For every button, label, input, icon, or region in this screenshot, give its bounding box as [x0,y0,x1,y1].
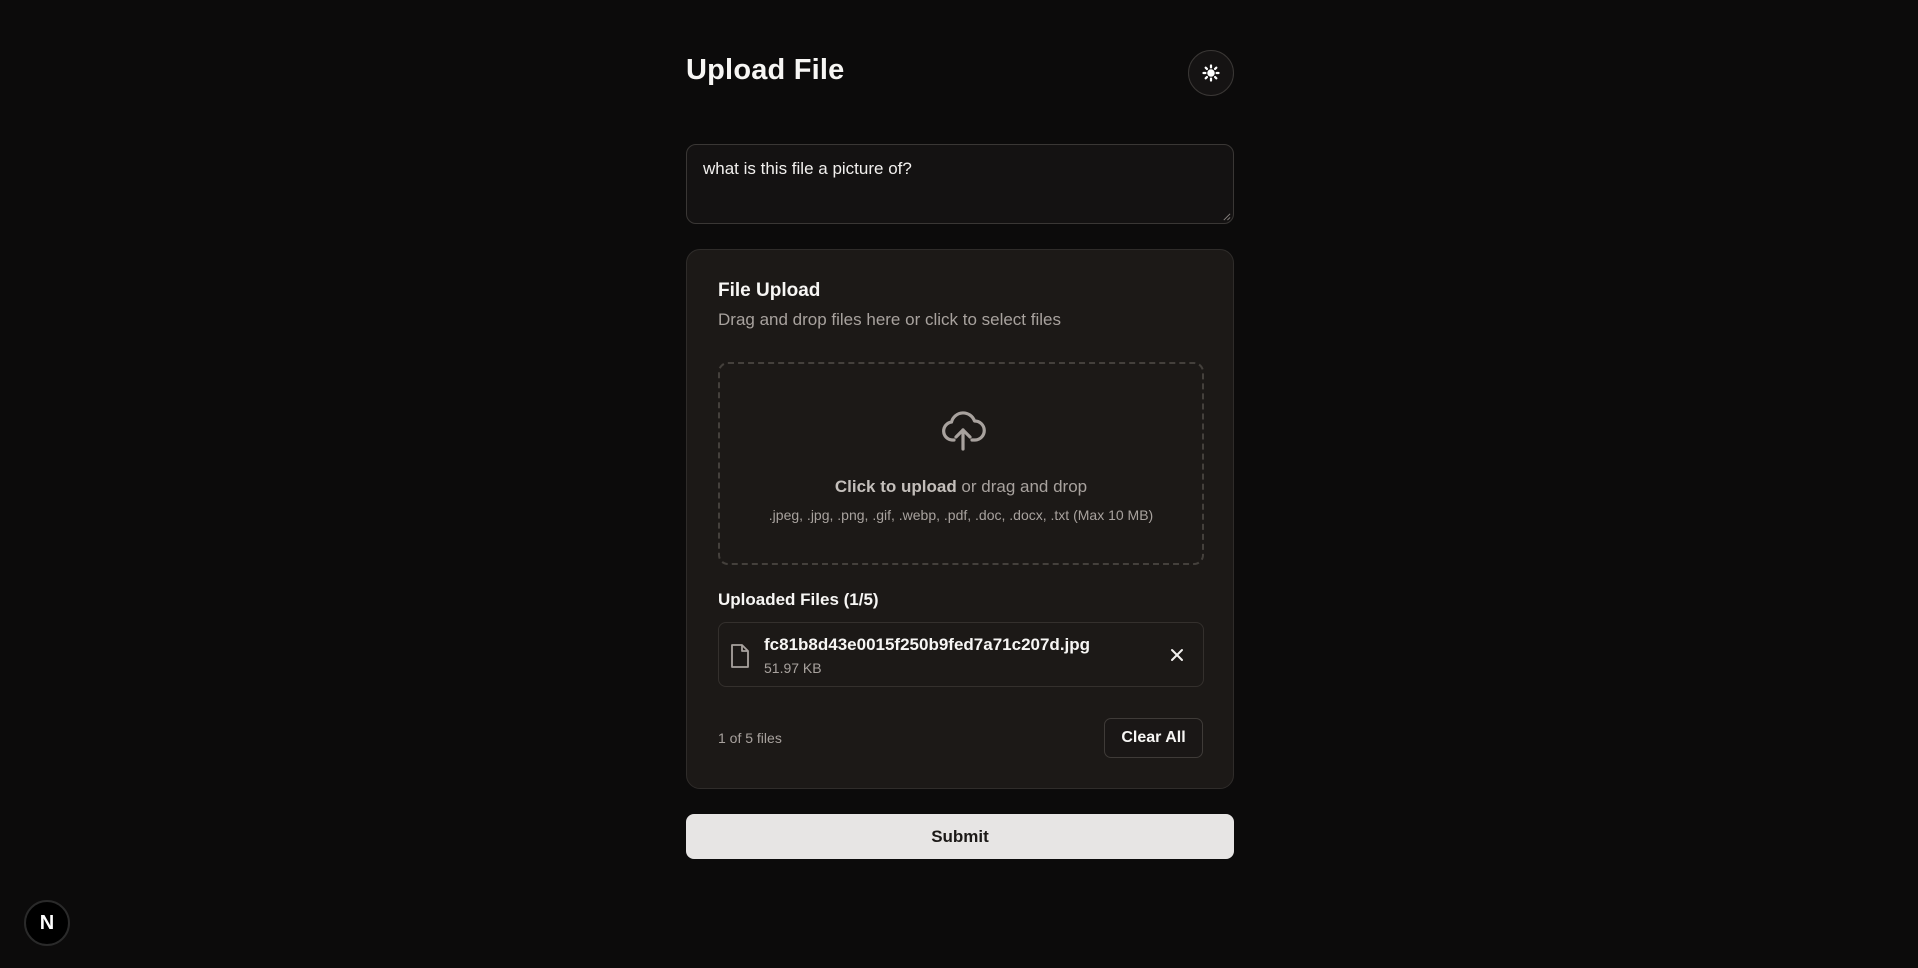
dev-badge-letter: N [39,911,55,934]
uploaded-files-heading: Uploaded Files (1/5) [718,590,879,609]
file-size: 51.97 KB [764,660,822,676]
dev-tools-badge[interactable]: N [24,900,70,946]
click-to-upload-label[interactable]: Click to upload [835,477,957,496]
submit-button[interactable]: Submit [686,814,1234,859]
sun-icon [1202,64,1220,82]
file-icon [731,644,749,668]
accepted-file-types: .jpeg, .jpg, .png, .gif, .webp, .pdf, .d… [768,507,1154,523]
file-name: fc81b8d43e0015f250b9fed7a71c207d.jpg [764,635,1091,654]
close-icon[interactable] [1169,647,1185,663]
page-header: Upload File [686,50,1234,96]
cloud-upload-icon [942,411,986,451]
file-dropzone[interactable]: Click to upload or drag and drop .jpeg, … [718,362,1204,565]
file-upload-card: File Upload Drag and drop files here or … [686,249,1234,789]
resize-grip-icon[interactable] [1222,212,1231,221]
drag-drop-label: or drag and drop [956,477,1088,496]
dropzone-instruction: Click to upload or drag and drop [720,477,1202,497]
card-subtitle: Drag and drop files here or click to sel… [718,310,1061,329]
page-title: Upload File [686,54,845,86]
prompt-textarea[interactable]: what is this file a picture of? [686,144,1234,224]
theme-toggle-button[interactable] [1188,50,1234,96]
prompt-text: what is this file a picture of? [703,159,912,178]
uploaded-file-item: fc81b8d43e0015f250b9fed7a71c207d.jpg 51.… [718,622,1204,687]
file-count: 1 of 5 files [718,730,782,746]
card-title: File Upload [718,280,821,301]
clear-all-button[interactable]: Clear All [1104,718,1203,758]
